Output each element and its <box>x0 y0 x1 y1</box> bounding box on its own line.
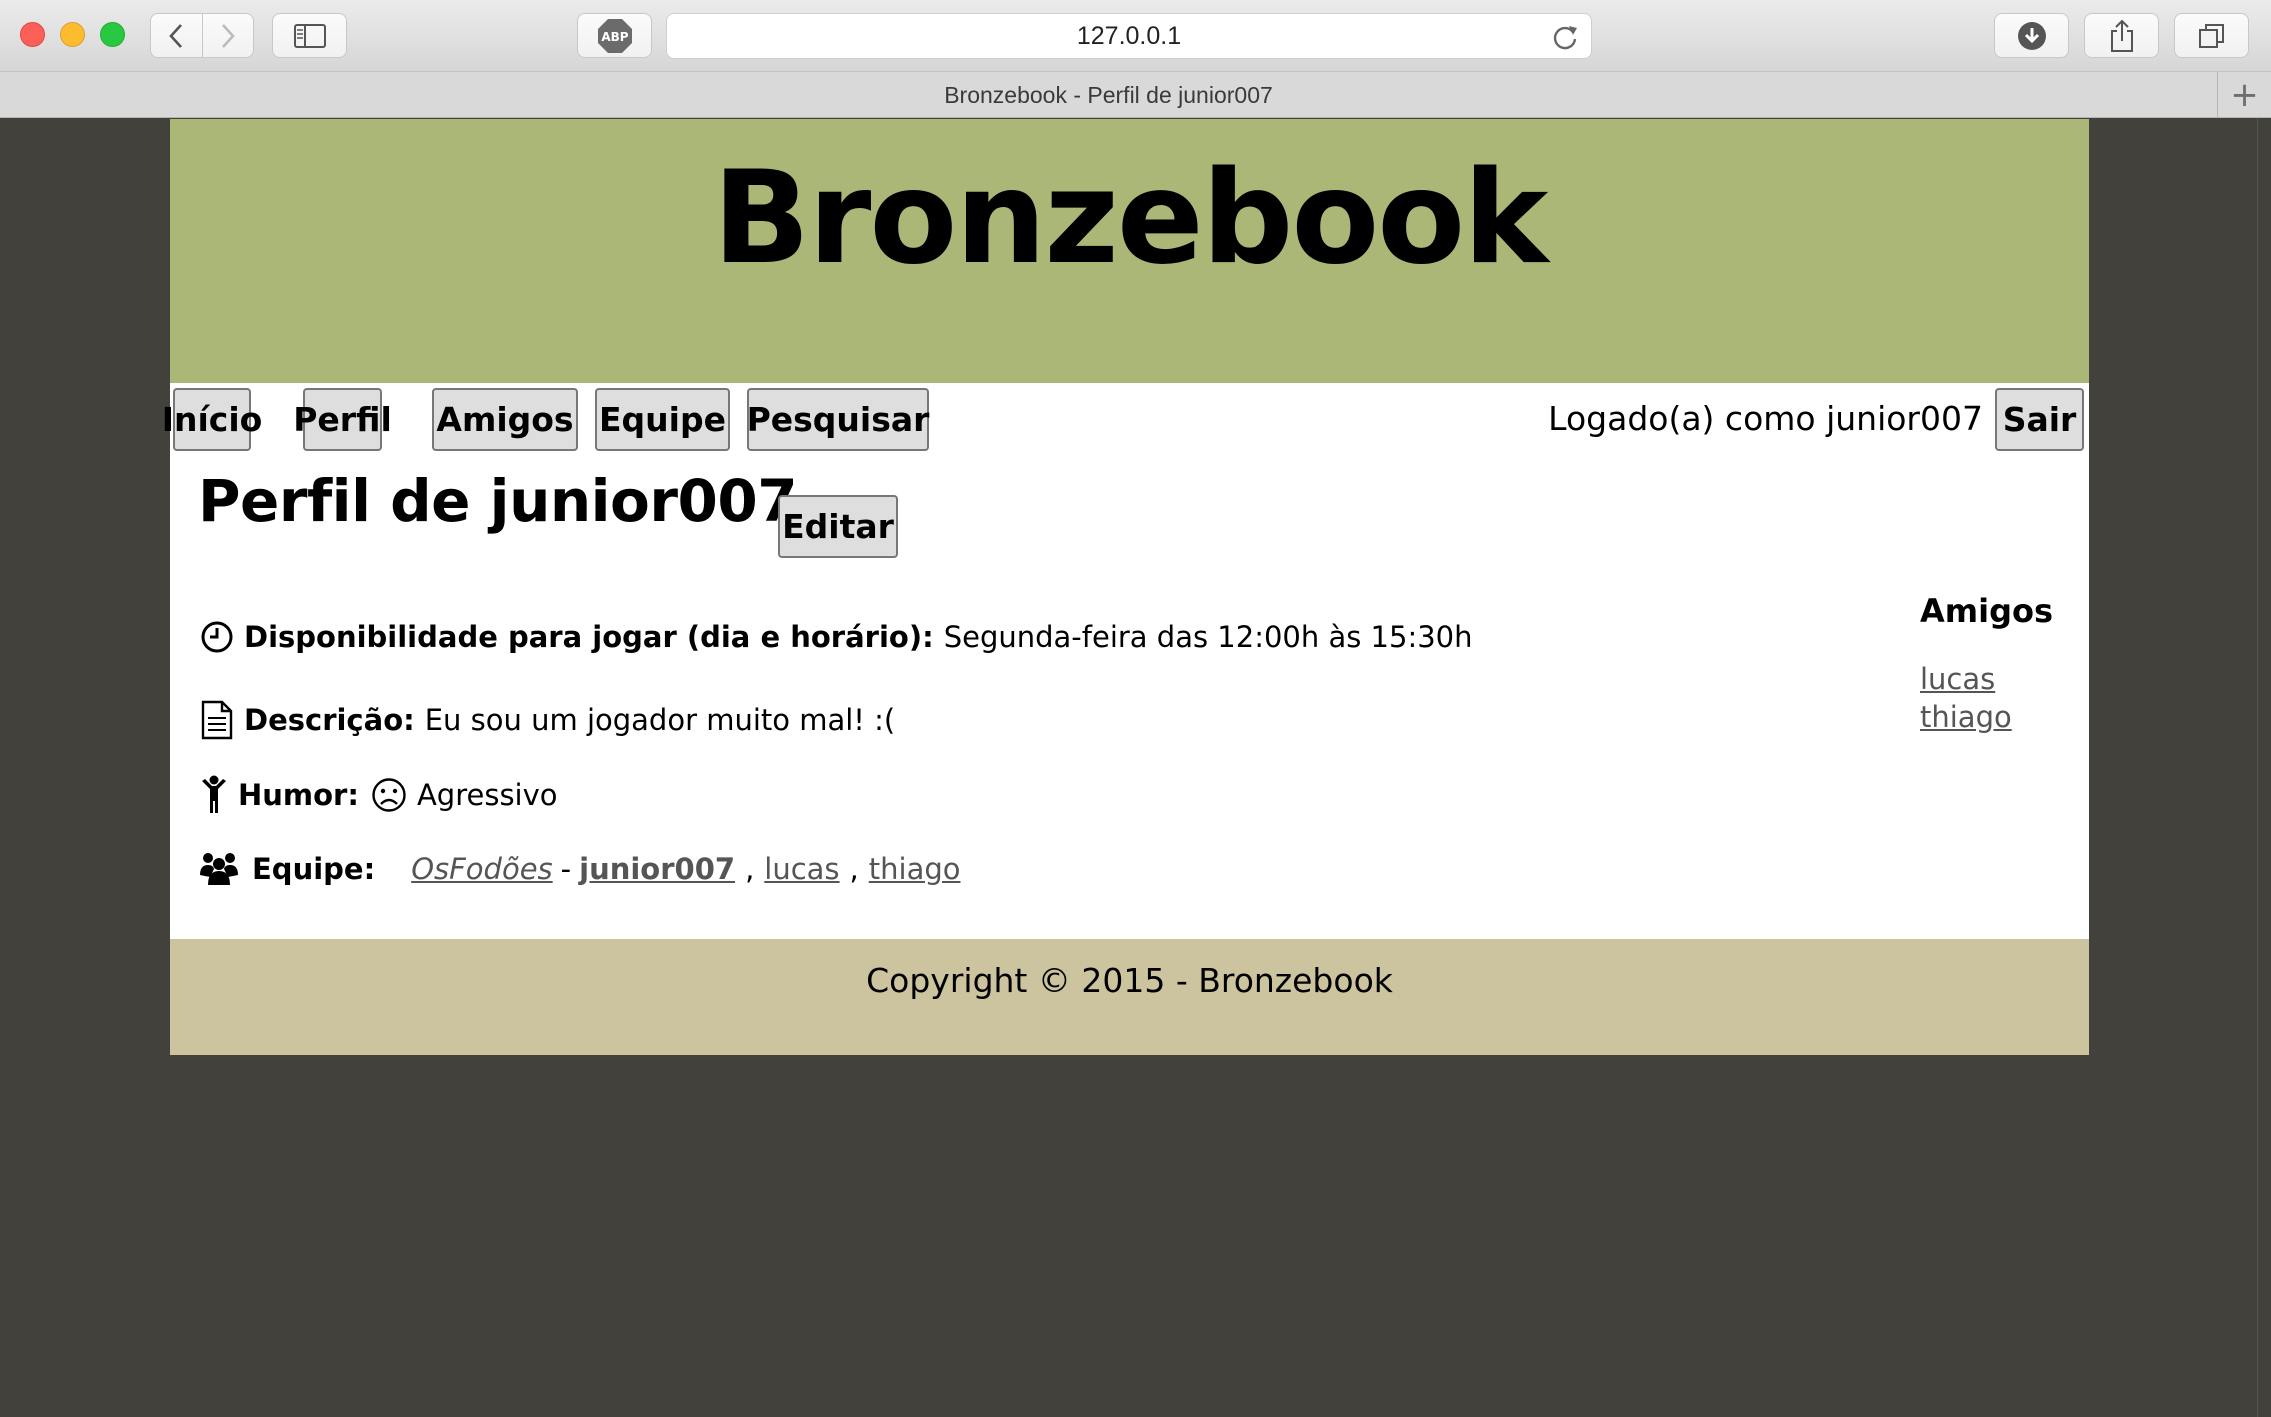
chevron-left-icon <box>169 23 183 48</box>
frown-face-icon <box>371 777 407 813</box>
team-name-link[interactable]: OsFodões <box>411 852 552 886</box>
person-icon <box>200 775 228 815</box>
adblock-button[interactable]: ABP <box>577 13 652 58</box>
main-menu: Início Perfil Amigos Equipe Pesquisar Lo… <box>162 383 2089 457</box>
menu-inicio-button[interactable]: Início <box>162 388 262 451</box>
menu-pesquisar-button[interactable]: Pesquisar <box>747 388 929 451</box>
team-member-link[interactable]: junior007 <box>579 852 735 886</box>
team-label: Equipe: <box>252 852 376 886</box>
download-icon <box>2017 21 2046 50</box>
sidebar-toggle-button[interactable] <box>272 13 347 58</box>
menu-equipe-button[interactable]: Equipe <box>595 388 730 451</box>
svg-text:ABP: ABP <box>601 30 628 44</box>
menu-amigos-button[interactable]: Amigos <box>432 388 578 451</box>
friends-panel: Amigos lucas thiago <box>1920 592 2053 736</box>
team-dash: - <box>560 852 572 886</box>
sidebar-icon <box>293 23 326 48</box>
mood-value: Agressivo <box>416 778 558 812</box>
friend-link[interactable]: thiago <box>1920 698 2053 736</box>
adblock-icon: ABP <box>597 18 632 53</box>
group-icon <box>200 851 238 887</box>
edit-profile-button[interactable]: Editar <box>778 495 898 558</box>
team-row: Equipe: OsFodões - junior007 , lucas , t… <box>200 851 961 887</box>
site-header: Bronzebook <box>170 119 2089 383</box>
browser-toolbar: ABP 127.0.0.1 <box>0 0 2271 72</box>
team-member-link[interactable]: lucas <box>764 852 839 886</box>
site-footer: Copyright © 2015 - Bronzebook <box>170 939 2089 1055</box>
address-bar[interactable]: 127.0.0.1 <box>666 13 1592 59</box>
history-navigation <box>150 13 254 58</box>
share-icon <box>2110 19 2133 52</box>
logout-button[interactable]: Sair <box>1995 388 2084 451</box>
close-window-button[interactable] <box>20 22 45 47</box>
friends-list: lucas thiago <box>1920 660 2053 736</box>
copyright-text: Copyright © 2015 - Bronzebook <box>866 961 1393 1000</box>
new-tab-button[interactable]: + <box>2217 72 2271 118</box>
back-button[interactable] <box>151 14 202 57</box>
mood-label: Humor: <box>238 778 359 812</box>
availability-value: Segunda-feira das 12:00h às 15:30h <box>943 620 1473 654</box>
description-row: Descrição: Eu sou um jogador muito mal! … <box>200 700 895 740</box>
zoom-window-button[interactable] <box>100 22 125 47</box>
clock-icon <box>200 620 234 654</box>
url-text: 127.0.0.1 <box>1076 21 1182 50</box>
tabs-overview-button[interactable] <box>2174 13 2249 58</box>
site-title: Bronzebook <box>712 144 1549 293</box>
menu-perfil-button[interactable]: Perfil <box>293 388 392 451</box>
reload-icon[interactable] <box>1551 23 1579 51</box>
team-member-link[interactable]: thiago <box>869 852 961 886</box>
downloads-button[interactable] <box>1994 13 2069 58</box>
availability-label: Disponibilidade para jogar (dia e horári… <box>244 620 934 654</box>
description-value: Eu sou um jogador muito mal! :( <box>424 703 896 737</box>
window-edge <box>2257 118 2271 1417</box>
description-label: Descrição: <box>244 703 415 737</box>
tab-bar: Bronzebook - Perfil de junior007 + <box>0 72 2271 118</box>
tab-title-text: Bronzebook - Perfil de junior007 <box>944 81 1273 108</box>
tab-active[interactable]: Bronzebook - Perfil de junior007 <box>0 72 2217 118</box>
mood-row: Humor: Agressivo <box>200 775 558 815</box>
document-icon <box>200 700 234 740</box>
minimize-window-button[interactable] <box>60 22 85 47</box>
page-title: Perfil de junior007 <box>198 467 798 535</box>
chevron-right-icon <box>221 23 235 48</box>
web-page: Bronzebook Início Perfil Amigos Equipe P… <box>162 119 2089 1055</box>
team-separator: , <box>849 852 859 886</box>
share-button[interactable] <box>2084 13 2159 58</box>
friend-link[interactable]: lucas <box>1920 660 2053 698</box>
tabs-icon <box>2198 23 2224 48</box>
profile-content: Perfil de junior007 Editar Disponibilida… <box>170 457 2089 939</box>
friends-title: Amigos <box>1920 592 2054 630</box>
forward-button[interactable] <box>201 14 254 57</box>
team-separator: , <box>745 852 755 886</box>
logged-in-status: Logado(a) como junior007 <box>1548 399 1983 438</box>
availability-row: Disponibilidade para jogar (dia e horári… <box>200 620 1473 654</box>
